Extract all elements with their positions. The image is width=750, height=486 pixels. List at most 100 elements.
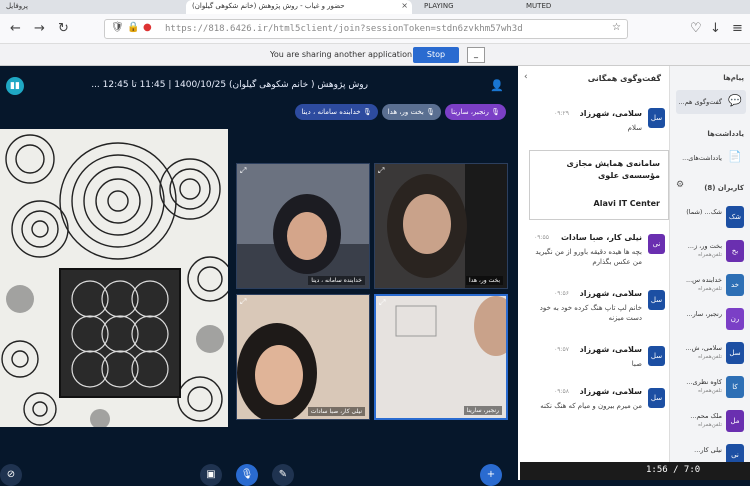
message-sender: نیلی کار، صبا سادات: [560, 233, 642, 242]
message-avatar: سل: [648, 290, 665, 310]
talking-user-name: خدابنده سامانه ، دینا: [301, 108, 361, 116]
mic-icon: 🎙: [491, 108, 500, 116]
screenshare-drawing: [0, 129, 228, 427]
forward-arrow-icon[interactable]: →: [34, 21, 45, 36]
gear-icon[interactable]: ⚙: [676, 180, 684, 190]
public-chat-label: گفت‌وگوی هم...: [678, 98, 722, 106]
microphone-button[interactable]: 🎙: [236, 464, 258, 486]
message-text: من میرم بیرون و میام که هنگ نکنه: [540, 402, 642, 410]
tab-label: PLAYING: [424, 2, 454, 10]
stop-sharing-button[interactable]: Stop Sharing: [413, 47, 459, 75]
user-list-item[interactable]: بخ بخت ور، ز... تلفن‌همراه: [676, 240, 746, 264]
user-avatar: رن: [726, 308, 744, 330]
bookmark-star-icon[interactable]: ☆: [612, 22, 621, 33]
message-text: بچه ها هیده دقیقه باورو از من نگیرید من …: [535, 248, 642, 266]
browser-tab[interactable]: PLAYING: [418, 0, 478, 14]
download-icon[interactable]: ↓: [710, 21, 721, 36]
video-user-name: نیلی کار، صبا سادات: [307, 407, 365, 416]
user-list-item[interactable]: خد خدابنده س... تلفن‌همراه: [676, 274, 746, 298]
connection-stats-icon[interactable]: ▮▮: [6, 77, 24, 95]
close-tab-icon[interactable]: ×: [401, 1, 408, 10]
messages-heading: پیام‌ها: [723, 74, 744, 82]
microphone-icon[interactable]: ●: [143, 22, 152, 33]
chevron-left-icon[interactable]: ‹: [524, 72, 528, 82]
welcome-subtitle: Alavi IT Center: [593, 199, 660, 208]
url-text: https://818.6426.ir/html5client/join?ses…: [165, 24, 523, 34]
user-avatar: خد: [726, 274, 744, 296]
user-list-item[interactable]: سل سلامی، ش... تلفن‌همراه: [676, 342, 746, 366]
talking-user-name: بخت ور، هدا: [387, 108, 424, 116]
user-name: کاوه نظری...: [686, 378, 722, 386]
browser-tab-active[interactable]: حضور و غیاب - روش پژوهش (خانم شکوهی گیلو…: [186, 0, 412, 14]
reload-icon[interactable]: ↻: [58, 21, 69, 36]
user-list-item[interactable]: رن رنجبر، سار...: [676, 308, 746, 332]
user-avatar: مل: [726, 410, 744, 432]
user-name: بخت ور، ز...: [687, 242, 722, 250]
actions-plus-button[interactable]: +: [480, 464, 502, 486]
browser-tab[interactable]: MUTED: [520, 0, 590, 14]
message-sender: سلامی، شهرزاد: [579, 289, 642, 298]
url-bar[interactable]: 🛡 🔒 ● https://818.6426.ir/html5client/jo…: [104, 19, 628, 39]
user-avatar: کا: [726, 376, 744, 398]
mic-icon: 🎙: [426, 108, 435, 116]
camera-button[interactable]: ✎: [272, 464, 294, 486]
message-time: ۰۹:۵۸: [554, 388, 569, 395]
talking-user-badge: 🎙 خدابنده سامانه ، دینا: [295, 104, 378, 120]
expand-icon[interactable]: ⤢: [240, 166, 246, 176]
shared-notes-label: یادداشت‌های...: [682, 154, 722, 162]
notes-icon: 📄: [728, 150, 742, 163]
public-chat-panel: ‹ گفت‌وگوی همگانی سل سلامی، شهرزاد ۰۹:۲۹…: [518, 66, 670, 480]
message-text: صبا: [631, 360, 642, 368]
browser-tab-bar: پروفایل حضور و غیاب - روش پژوهش (خانم شک…: [0, 0, 750, 14]
user-device: تلفن‌همراه: [698, 422, 722, 428]
user-name: شک... (شما): [686, 208, 722, 216]
user-name: نیلی کار...: [694, 446, 722, 454]
lock-icon[interactable]: 🔒: [127, 22, 139, 33]
mic-icon: 🎙: [362, 108, 372, 116]
video-tile[interactable]: ⤢ نیلی کار، صبا سادات: [236, 294, 370, 420]
screenshare-button[interactable]: ▣: [200, 464, 222, 486]
expand-icon[interactable]: ⤢: [379, 298, 385, 308]
user-device: تلفن‌همراه: [698, 388, 722, 394]
shared-notes-item[interactable]: 📄 یادداشت‌های...: [676, 146, 746, 170]
expand-icon[interactable]: ⤢: [240, 297, 246, 307]
user-avatar: سل: [726, 342, 744, 364]
meeting-title: روش پژوهش ( خانم شکوهی گیلوان) 1400/10/2…: [91, 80, 368, 90]
video-tile-active[interactable]: ⤢ رنجبر، سارینا: [374, 294, 508, 420]
message-sender: سلامی، شهرزاد: [579, 345, 642, 354]
video-user-name: بخت ور، هدا: [466, 276, 503, 285]
user-list-item[interactable]: شک شک... (شما): [676, 206, 746, 230]
leave-audio-button[interactable]: ⊘: [0, 464, 22, 486]
user-name: خدابنده س...: [685, 276, 722, 284]
webcam-feed-image: [237, 164, 369, 288]
participants-icon[interactable]: 👤: [490, 79, 504, 92]
browser-toolbar: ← → ↻ 🛡 🔒 ● https://818.6426.ir/html5cli…: [0, 14, 750, 44]
message-time: ۰۹:۵۷: [554, 346, 569, 353]
shield-icon[interactable]: 🛡: [111, 22, 124, 33]
pocket-icon[interactable]: ♡: [690, 21, 702, 36]
webcam-feed-image: [237, 295, 369, 419]
message-avatar: سل: [648, 388, 665, 408]
message-avatar: سل: [648, 346, 665, 366]
back-arrow-icon[interactable]: ←: [10, 21, 21, 36]
tab-label: پروفایل: [6, 2, 28, 10]
menu-icon[interactable]: ≡: [732, 21, 743, 36]
user-name: ملک محم...: [690, 412, 722, 420]
message-time: ۰۹:۲۹: [554, 110, 569, 117]
browser-tab[interactable]: پروفایل: [0, 0, 120, 14]
user-list-item[interactable]: مل ملک محم... تلفن‌همراه: [676, 410, 746, 434]
public-chat-item[interactable]: 💬 گفت‌وگوی هم...: [676, 90, 746, 114]
video-tile[interactable]: ⤢ خدابنده سامانه ، دینا: [236, 163, 370, 289]
minimize-sharing-button[interactable]: _: [467, 47, 485, 63]
welcome-title: سامانه‌ی همایش مجازی مؤسسه‌ی علوی: [566, 159, 660, 180]
message-time: ۰۹:۵۵: [534, 234, 549, 241]
user-avatar: بخ: [726, 240, 744, 262]
chat-title: گفت‌وگوی همگانی: [587, 74, 661, 83]
webcam-feed-image: [376, 296, 506, 418]
user-list-item[interactable]: کا کاوه نظری... تلفن‌همراه: [676, 376, 746, 400]
expand-icon[interactable]: ⤢: [378, 166, 384, 176]
tab-label: حضور و غیاب - روش پژوهش (خانم شکوهی گیلو…: [192, 2, 345, 10]
video-tile[interactable]: ⤢ بخت ور، هدا: [374, 163, 508, 289]
video-user-name: خدابنده سامانه ، دینا: [308, 276, 365, 285]
user-name: سلامی، ش...: [685, 344, 722, 352]
